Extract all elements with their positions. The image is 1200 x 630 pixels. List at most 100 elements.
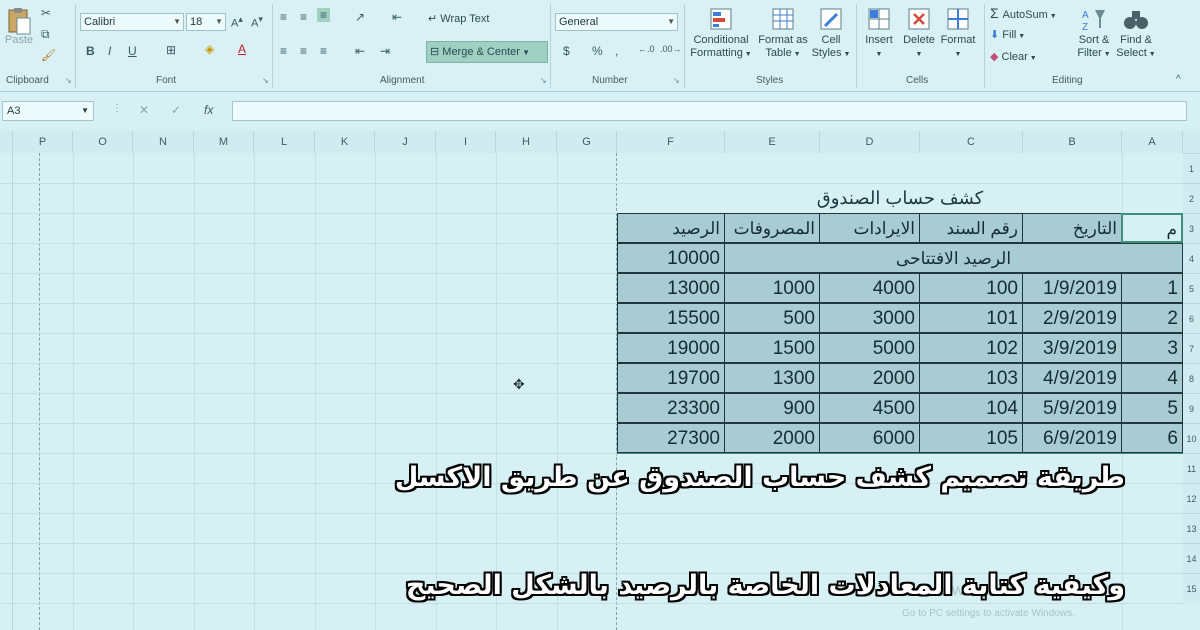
column-header[interactable]: I xyxy=(436,131,496,153)
autosum-button[interactable]: Σ AutoSum ▼ xyxy=(990,6,1080,23)
row-header[interactable]: 7 xyxy=(1183,333,1200,363)
row-header[interactable]: 9 xyxy=(1183,393,1200,423)
wrap-text-button[interactable]: ↵ Wrap Text xyxy=(428,13,538,26)
row-header[interactable]: 5 xyxy=(1183,273,1200,303)
insert-function-icon[interactable]: fx xyxy=(204,103,213,117)
clipboard-launcher-icon[interactable]: ↘ xyxy=(65,76,72,85)
conditional-formatting-button[interactable]: Conditional Formatting ▼ xyxy=(688,6,754,61)
column-header[interactable]: N xyxy=(133,131,194,153)
date-cell[interactable]: 3/9/2019 xyxy=(1022,333,1122,363)
italic-button[interactable]: I xyxy=(108,44,111,58)
revenue-cell[interactable]: 4000 xyxy=(819,273,920,303)
column-header[interactable]: P xyxy=(13,131,73,153)
cell-styles-button[interactable]: Cell Styles ▼ xyxy=(810,6,852,61)
column-header[interactable]: M xyxy=(194,131,254,153)
middle-align-icon[interactable]: ≡ xyxy=(300,10,307,24)
header-revenue[interactable]: الايرادات xyxy=(819,213,920,243)
date-cell[interactable]: 1/9/2019 xyxy=(1022,273,1122,303)
copy-icon[interactable]: ⧉ xyxy=(41,27,50,42)
serial-cell[interactable]: 2 xyxy=(1121,303,1183,333)
underline-button[interactable]: U xyxy=(128,44,137,58)
align-center-icon[interactable]: ≡ xyxy=(300,44,307,58)
row-header[interactable]: 6 xyxy=(1183,303,1200,333)
sort-filter-button[interactable]: AZ Sort & Filter ▼ xyxy=(1072,6,1116,61)
balance-cell[interactable]: 15500 xyxy=(617,303,725,333)
column-header[interactable]: K xyxy=(315,131,375,153)
decrease-indent-icon[interactable]: ⇤ xyxy=(355,44,365,58)
row-header[interactable]: 11 xyxy=(1183,453,1200,483)
header-expenses[interactable]: المصروفات xyxy=(724,213,820,243)
comma-button[interactable]: , xyxy=(615,44,618,58)
formula-input[interactable] xyxy=(232,101,1187,121)
balance-cell[interactable]: 19700 xyxy=(617,363,725,393)
expenses-cell[interactable]: 500 xyxy=(724,303,820,333)
alignment-launcher-icon[interactable]: ↘ xyxy=(540,76,547,85)
rtl-icon[interactable]: ⇤ xyxy=(392,10,402,24)
column-header[interactable]: E xyxy=(725,131,820,153)
orientation-icon[interactable]: ↗ xyxy=(355,10,365,24)
balance-cell[interactable]: 13000 xyxy=(617,273,725,303)
revenue-cell[interactable]: 5000 xyxy=(819,333,920,363)
top-align-icon[interactable]: ≡ xyxy=(280,10,287,24)
bottom-align-icon[interactable]: ≡ xyxy=(317,8,331,22)
shrink-font-icon[interactable]: A▾ xyxy=(251,14,263,30)
reference-cell[interactable]: 101 xyxy=(919,303,1023,333)
balance-cell[interactable]: 23300 xyxy=(617,393,725,423)
row-header[interactable]: 2 xyxy=(1183,183,1200,213)
cut-icon[interactable]: ✂ xyxy=(41,6,51,20)
expenses-cell[interactable]: 1500 xyxy=(724,333,820,363)
find-select-button[interactable]: Find & Select ▼ xyxy=(1114,6,1158,61)
reference-cell[interactable]: 102 xyxy=(919,333,1023,363)
insert-button[interactable]: Insert ▼ xyxy=(860,6,898,61)
column-header[interactable]: D xyxy=(820,131,920,153)
bold-button[interactable]: B xyxy=(86,44,95,58)
row-header[interactable]: 1 xyxy=(1183,153,1200,183)
format-button[interactable]: Format ▼ xyxy=(938,6,978,61)
reference-cell[interactable]: 105 xyxy=(919,423,1023,453)
header-m-active-cell[interactable]: م xyxy=(1121,213,1183,243)
reference-cell[interactable]: 100 xyxy=(919,273,1023,303)
name-box[interactable]: A3 ▼ xyxy=(2,101,94,121)
grow-font-icon[interactable]: A▴ xyxy=(231,14,243,30)
format-as-table-button[interactable]: Format as Table ▼ xyxy=(755,6,811,61)
select-all-corner[interactable] xyxy=(1183,131,1200,153)
clear-button[interactable]: ◆ Clear ▼ xyxy=(990,51,1060,65)
column-header[interactable]: B xyxy=(1023,131,1122,153)
font-launcher-icon[interactable]: ↘ xyxy=(262,76,269,85)
increase-indent-icon[interactable]: ⇥ xyxy=(380,44,390,58)
cancel-icon[interactable]: ✕ xyxy=(139,103,149,117)
row-header[interactable]: 4 xyxy=(1183,243,1200,273)
merge-center-button[interactable]: ⊟ Merge & Center ▼ xyxy=(426,41,548,63)
fill-color-icon[interactable]: ◈ xyxy=(205,42,214,56)
column-header[interactable]: H xyxy=(496,131,557,153)
balance-cell[interactable]: 27300 xyxy=(617,423,725,453)
format-painter-icon[interactable]: 🖌 xyxy=(41,48,56,62)
align-left-icon[interactable]: ≡ xyxy=(280,44,287,58)
sheet-title[interactable]: كشف حساب الصندوق xyxy=(617,183,1183,213)
column-header[interactable]: C xyxy=(920,131,1023,153)
revenue-cell[interactable]: 6000 xyxy=(819,423,920,453)
font-color-icon[interactable]: A xyxy=(238,42,246,56)
row-header[interactable]: 10 xyxy=(1183,423,1200,453)
borders-icon[interactable]: ⊞ xyxy=(166,43,176,57)
date-cell[interactable]: 6/9/2019 xyxy=(1022,423,1122,453)
header-reference[interactable]: رقم السند xyxy=(919,213,1023,243)
opening-balance-label[interactable]: الرصيد الافتتاحى xyxy=(724,243,1183,273)
reference-cell[interactable]: 104 xyxy=(919,393,1023,423)
serial-cell[interactable]: 4 xyxy=(1121,363,1183,393)
expenses-cell[interactable]: 2000 xyxy=(724,423,820,453)
percent-button[interactable]: % xyxy=(592,44,603,58)
column-header[interactable]: G xyxy=(557,131,617,153)
opening-balance-value[interactable]: 10000 xyxy=(617,243,725,273)
column-header[interactable]: F xyxy=(617,131,725,153)
font-size-combo[interactable]: 18 ▼ xyxy=(186,13,226,31)
serial-cell[interactable]: 6 xyxy=(1121,423,1183,453)
column-header[interactable]: A xyxy=(1122,131,1183,153)
row-header[interactable]: 3 xyxy=(1183,213,1200,243)
expenses-cell[interactable]: 1300 xyxy=(724,363,820,393)
serial-cell[interactable]: 1 xyxy=(1121,273,1183,303)
revenue-cell[interactable]: 4500 xyxy=(819,393,920,423)
enter-icon[interactable]: ✓ xyxy=(171,103,181,117)
revenue-cell[interactable]: 2000 xyxy=(819,363,920,393)
column-header[interactable]: L xyxy=(254,131,315,153)
